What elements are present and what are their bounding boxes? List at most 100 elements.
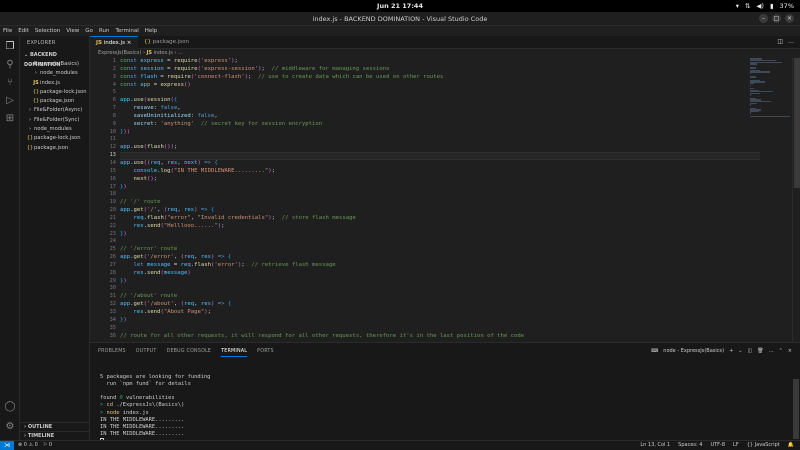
code-line[interactable]: next(); [120,176,760,184]
breadcrumb-folder[interactable]: ExpressJs(Basics) [98,50,141,56]
code-line[interactable]: const app = express() [120,82,760,90]
menu-edit[interactable]: Edit [18,26,29,36]
terminal-scrollbar[interactable] [792,379,800,439]
code-line[interactable]: app.use(flash()); [120,144,760,152]
extensions-icon[interactable]: ⊞ [3,112,17,126]
tab-package-json[interactable]: {} package.json [138,36,198,49]
tab-terminal[interactable]: TERMINAL [221,349,248,357]
system-clock[interactable]: Jun 21 17:44 [0,2,800,10]
maximize-panel-icon[interactable]: ⌃ [779,348,783,354]
tree-item-expressjs-basics[interactable]: ⌄ ExpressJs(Basics) [20,60,89,69]
code-line[interactable]: app.use(session({ [120,97,760,105]
code-line[interactable]: console.log("IN THE MIDDLEWARE........."… [120,168,760,176]
volume-icon[interactable]: ◀) [756,2,764,10]
more-actions-icon[interactable]: … [788,38,794,45]
code-line[interactable]: // '/error' route [120,246,760,254]
terminal-name[interactable]: node - ExpressJs(Basics) [663,348,724,354]
menu-run[interactable]: Run [99,26,110,36]
tree-item-file-folder-sync[interactable]: › File&Folder(Sync) [20,116,89,125]
tree-item-index-js[interactable]: JSindex.js [20,79,89,88]
breadcrumb-file[interactable]: index.js [154,50,173,56]
system-tray[interactable]: ▾ ⇅ ◀) ▮ 37% [736,2,794,10]
code-line[interactable]: saveUninitialized: false, [120,113,760,121]
code-line[interactable]: }) [120,317,760,325]
tab-debug-console[interactable]: DEBUG CONSOLE [167,349,212,357]
code-line[interactable]: app.get('/about', (req, res) => { [120,301,760,309]
battery-icon[interactable]: ▮ [770,2,774,10]
notifications-icon[interactable]: 🔔 [788,441,794,450]
encoding[interactable]: UTF-8 [710,441,725,450]
more-actions-icon[interactable]: … [769,348,774,354]
code-line[interactable] [120,152,760,160]
breadcrumb-symbol[interactable]: ... [178,50,183,56]
tab-output[interactable]: OUTPUT [136,349,157,357]
explorer-icon[interactable]: ❐ [3,40,17,54]
timeline-section[interactable]: › TIMELINE [20,431,90,440]
menu-go[interactable]: Go [85,26,93,36]
run-debug-icon[interactable]: ▷ [3,94,17,108]
account-icon[interactable]: ◯ [3,400,17,414]
code-line[interactable] [120,136,760,144]
code-line[interactable]: })) [120,129,760,137]
terminal-scroll-thumb[interactable] [793,379,799,439]
chevron-down-icon[interactable]: ⌄ [738,348,742,354]
code-line[interactable] [120,325,760,333]
gear-icon[interactable]: ⚙ [3,420,17,434]
code-line[interactable]: resave: false, [120,105,760,113]
tree-item-root-node-modules[interactable]: › node_modules [20,125,89,134]
search-icon[interactable]: ⚲ [3,58,17,72]
minimize-button[interactable]: – [759,14,768,23]
tree-item-root-package-json[interactable]: {}package.json [20,144,89,153]
problems-indicator[interactable]: ⊗ 0 ⚠ 0 [18,441,38,450]
outline-section[interactable]: › OUTLINE [20,422,90,431]
remote-indicator-icon[interactable]: ⋊ [0,441,14,450]
code-line[interactable]: const flash = require('connect-flash'); … [120,74,760,82]
editor-scroll-thumb[interactable] [794,58,800,188]
code-line[interactable]: // '/about' route [120,293,760,301]
cursor-position[interactable]: Ln 13, Col 1 [640,441,670,450]
terminal-output[interactable]: 5 packages are looking for funding run `… [100,367,780,445]
tab-index-js[interactable]: JS index.js × [90,36,138,49]
menu-file[interactable]: File [3,26,12,36]
tree-item-package-lock-json[interactable]: {}package-lock.json [20,88,89,97]
menu-view[interactable]: View [66,26,79,36]
code-line[interactable] [120,285,760,293]
code-line[interactable] [120,191,760,199]
trash-icon[interactable]: 🗑 [757,348,763,354]
code-line[interactable]: secret: 'anything' // secret key for ses… [120,121,760,129]
code-line[interactable]: res.send("About Page"); [120,309,760,317]
code-line[interactable]: req.flash("error", "Invalid credentials"… [120,215,760,223]
minimap[interactable] [750,58,790,118]
maximize-button[interactable]: □ [772,14,781,23]
menu-help[interactable]: Help [145,26,158,36]
tree-item-package-json[interactable]: {}package.json [20,97,89,106]
language-mode[interactable]: {} JavaScript [747,441,780,450]
code-line[interactable]: }) [120,184,760,192]
code-line[interactable]: res.send(message) [120,270,760,278]
code-line[interactable]: app.get('/error', (req, res) => { [120,254,760,262]
code-line[interactable]: }) [120,231,760,239]
workspace-section[interactable]: ⌄ BACKEND DOMINATION [20,50,89,68]
network-icon[interactable]: ⇅ [745,2,750,10]
code-line[interactable]: // '/' route [120,199,760,207]
tab-ports[interactable]: PORTS [257,349,274,357]
wifi-icon[interactable]: ▾ [736,2,739,10]
code-line[interactable]: // route for all other requests, it will… [120,333,760,341]
end-of-line[interactable]: LF [733,441,739,450]
code-line[interactable]: let message = req.flash('error'); // ret… [120,262,760,270]
code-editor[interactable]: 1 2 3 4 5 6 7 8 9 10 11 12 13 14 15 16 17 18 19 20 21 22 23 24 2… [90,58,800,342]
menu-terminal[interactable]: Terminal [115,26,138,36]
tab-problems[interactable]: PROBLEMS [98,349,126,357]
source-control-icon[interactable]: ⑂ [3,76,17,90]
code-line[interactable] [120,238,760,246]
tree-item-root-package-lock-json[interactable]: {}package-lock.json [20,134,89,143]
code-line[interactable]: }) [120,278,760,286]
code-line[interactable]: const express = require('express'); [120,58,760,66]
close-panel-icon[interactable]: × [788,348,792,354]
code-line[interactable]: app.get('/', (req, res) => { [120,207,760,215]
code-line[interactable] [120,89,760,97]
code-line[interactable]: res.send("Helllooo......"); [120,223,760,231]
ports-indicator[interactable]: ⚐ 0 [43,441,52,450]
close-icon[interactable]: × [127,40,132,46]
menu-selection[interactable]: Selection [35,26,60,36]
